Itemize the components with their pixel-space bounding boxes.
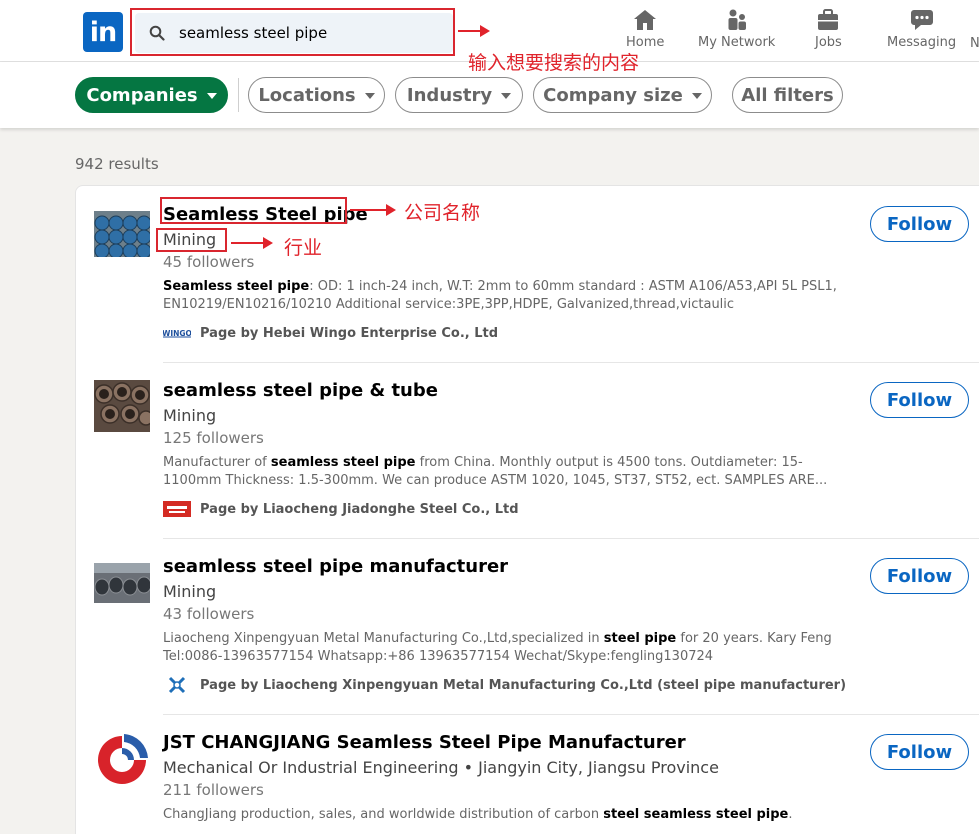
annotation-arrow-company-name bbox=[350, 204, 396, 216]
company-description: ChangJiang production, sales, and worldw… bbox=[163, 806, 853, 824]
filter-companies-button[interactable]: Companies bbox=[75, 77, 228, 113]
all-filters-button[interactable]: All filters bbox=[732, 77, 843, 113]
company-logo[interactable] bbox=[94, 732, 150, 788]
wingo-mini-logo: WINGO bbox=[163, 325, 191, 341]
filter-company-size-button[interactable]: Company size bbox=[533, 77, 712, 113]
page-by-link[interactable]: Page by Liaocheng Jiadonghe Steel Co., L… bbox=[163, 501, 519, 517]
briefcase-icon bbox=[818, 9, 839, 30]
results-count: 942 results bbox=[75, 155, 159, 173]
people-icon bbox=[728, 9, 746, 30]
filter-industry-label: Industry bbox=[406, 84, 493, 106]
company-description: Liaocheng Xinpengyuan Metal Manufacturin… bbox=[163, 630, 853, 666]
company-industry: Mechanical Or Industrial Engineering • J… bbox=[163, 758, 719, 777]
result-divider bbox=[163, 714, 979, 715]
annotation-arrow-search bbox=[458, 25, 490, 37]
description-highlight: seamless steel pipe bbox=[270, 455, 416, 470]
nav-my-network-label: My Network bbox=[698, 35, 776, 50]
description-highlight: Seamless steel pipe bbox=[163, 279, 310, 294]
filter-company-size-label: Company size bbox=[543, 84, 683, 106]
caret-down-icon bbox=[206, 93, 217, 99]
page-by-label: Page by Liaocheng Xinpengyuan Metal Manu… bbox=[200, 677, 847, 693]
description-text: . bbox=[788, 807, 793, 822]
nav-messaging-label: Messaging bbox=[887, 35, 957, 50]
nav-home[interactable]: Home bbox=[626, 8, 664, 50]
follow-button[interactable]: Follow bbox=[870, 206, 969, 242]
annotation-company-name-text: 公司名称 bbox=[404, 202, 481, 224]
caret-down-icon bbox=[501, 93, 512, 99]
company-industry: Mining bbox=[163, 406, 217, 425]
company-followers: 45 followers bbox=[163, 253, 255, 271]
description-text: Liaocheng Xinpengyuan Metal Manufacturin… bbox=[163, 631, 604, 646]
linkedin-logo[interactable]: in bbox=[83, 12, 123, 52]
nav-messaging[interactable]: Messaging bbox=[887, 8, 956, 50]
nav-jobs-label: Jobs bbox=[815, 35, 842, 50]
nav-notifications-partial[interactable]: N bbox=[970, 36, 979, 51]
company-logo[interactable] bbox=[94, 563, 150, 603]
filter-industry-button[interactable]: Industry bbox=[395, 77, 523, 113]
nav-my-network[interactable]: My Network bbox=[698, 8, 775, 50]
caret-down-icon bbox=[364, 93, 375, 99]
follow-button[interactable]: Follow bbox=[870, 382, 969, 418]
page-by-link[interactable]: Page by Liaocheng Xinpengyuan Metal Manu… bbox=[163, 676, 847, 694]
description-highlight: steel seamless steel pipe bbox=[603, 807, 789, 822]
jiadonghe-mini-logo bbox=[163, 501, 191, 517]
company-name-link[interactable]: JST CHANGJIANG Seamless Steel Pipe Manuf… bbox=[163, 732, 686, 753]
annotation-arrow-industry bbox=[231, 237, 273, 249]
filter-locations-button[interactable]: Locations bbox=[248, 77, 385, 113]
company-description: Manufacturer of seamless steel pipe from… bbox=[163, 454, 853, 490]
annotation-industry-text: 行业 bbox=[284, 237, 323, 259]
company-followers: 125 followers bbox=[163, 429, 264, 447]
results-card: Seamless Steel pipe Mining 45 followers … bbox=[75, 185, 979, 834]
chat-icon bbox=[910, 10, 933, 30]
company-followers: 43 followers bbox=[163, 605, 255, 623]
company-name-link[interactable]: seamless steel pipe manufacturer bbox=[163, 556, 508, 577]
all-filters-label: All filters bbox=[741, 84, 834, 106]
xinpengyuan-mini-logo bbox=[163, 676, 191, 694]
nav-notifications-label: N bbox=[970, 36, 979, 51]
annotation-industry-box bbox=[156, 228, 227, 252]
description-text: ChangJiang production, sales, and worldw… bbox=[163, 807, 604, 822]
filter-companies-label: Companies bbox=[86, 84, 198, 106]
page-by-label: Page by Liaocheng Jiadonghe Steel Co., L… bbox=[200, 501, 519, 517]
company-logo[interactable] bbox=[94, 380, 150, 432]
description-text: Manufacturer of bbox=[163, 455, 271, 470]
company-followers: 211 followers bbox=[163, 781, 264, 799]
company-logo[interactable] bbox=[94, 211, 150, 257]
company-name-link[interactable]: seamless steel pipe & tube bbox=[163, 380, 438, 401]
filter-locations-label: Locations bbox=[258, 84, 356, 106]
nav-jobs[interactable]: Jobs bbox=[815, 8, 842, 50]
annotation-company-name-box bbox=[160, 197, 347, 224]
company-industry: Mining bbox=[163, 582, 217, 601]
annotation-search-text: 输入想要搜索的内容 bbox=[468, 52, 640, 74]
follow-button[interactable]: Follow bbox=[870, 734, 969, 770]
page-by-label: Page by Hebei Wingo Enterprise Co., Ltd bbox=[200, 325, 499, 341]
filter-divider bbox=[238, 78, 239, 112]
page-by-link[interactable]: WINGO Page by Hebei Wingo Enterprise Co.… bbox=[163, 325, 498, 341]
description-highlight: steel pipe bbox=[603, 631, 677, 646]
home-icon bbox=[634, 10, 657, 30]
follow-button[interactable]: Follow bbox=[870, 558, 969, 594]
annotation-search-box bbox=[130, 8, 455, 56]
result-divider bbox=[163, 362, 979, 363]
caret-down-icon bbox=[691, 93, 702, 99]
result-divider bbox=[163, 538, 979, 539]
company-description: Seamless steel pipe: OD: 1 inch-24 inch,… bbox=[163, 278, 853, 314]
